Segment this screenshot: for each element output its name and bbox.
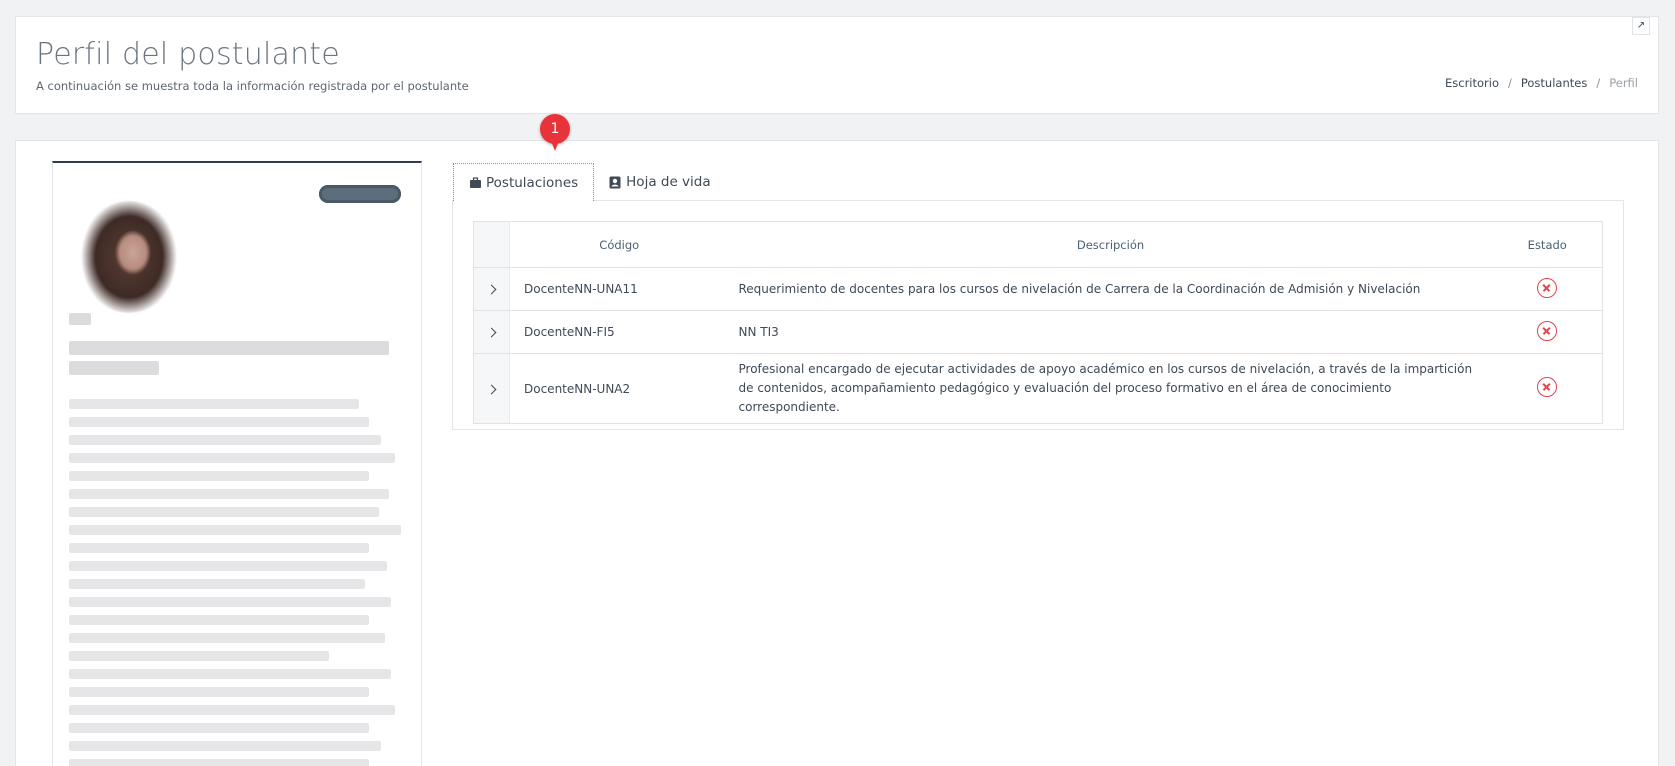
row-status (1492, 353, 1603, 424)
column-header-descripcion[interactable]: Descripción (728, 221, 1493, 268)
breadcrumb-separator: / (1508, 76, 1512, 90)
chevron-right-icon (486, 384, 497, 394)
row-description: NN TI3 (728, 310, 1493, 354)
expander-header (473, 221, 510, 268)
table-row: DocenteNN-FI5 NN TI3 (473, 310, 1603, 354)
row-status (1492, 267, 1603, 311)
breadcrumb-item-postulantes[interactable]: Postulantes (1521, 76, 1587, 90)
breadcrumb-item-escritorio[interactable]: Escritorio (1445, 76, 1499, 90)
tab-hoja-de-vida[interactable]: Hoja de vida (594, 163, 725, 201)
tab-postulaciones[interactable]: Postulaciones (453, 163, 595, 201)
avatar (79, 201, 179, 313)
breadcrumb: Escritorio / Postulantes / Perfil (1445, 76, 1638, 90)
main-card: 1 Postulaciones Hoja de vida Código Desc… (15, 114, 1659, 766)
breadcrumb-item-perfil: Perfil (1609, 76, 1638, 90)
x-circle-icon (1537, 277, 1558, 298)
x-circle-icon (1537, 320, 1558, 341)
table-header-row: Código Descripción Estado (473, 221, 1603, 268)
page-header: Perfil del postulante A continuación se … (15, 16, 1659, 114)
page-title: Perfil del postulante (36, 37, 340, 72)
applications-table: Código Descripción Estado DocenteNN-UNA1… (473, 221, 1603, 424)
tab-panel-postulaciones: Código Descripción Estado DocenteNN-UNA1… (452, 200, 1624, 430)
row-code: DocenteNN-UNA11 (509, 267, 729, 311)
breadcrumb-separator: / (1596, 76, 1601, 90)
tab-label: Hoja de vida (626, 174, 711, 190)
tab-label: Postulaciones (486, 174, 579, 191)
table-row: DocenteNN-UNA2 Profesional encargado de … (473, 353, 1603, 424)
profile-card (52, 161, 422, 766)
row-description: Requerimiento de docentes para los curso… (728, 267, 1493, 311)
briefcase-icon (469, 176, 482, 189)
row-expand-toggle[interactable] (473, 353, 510, 424)
x-circle-icon (1537, 377, 1558, 397)
id-card-icon (609, 176, 622, 189)
column-header-codigo[interactable]: Código (509, 221, 729, 268)
chevron-right-icon (486, 284, 497, 295)
expand-icon[interactable]: ↗ (1632, 17, 1650, 35)
row-code: DocenteNN-FI5 (509, 310, 729, 354)
step-marker: 1 (540, 114, 570, 144)
row-status (1492, 310, 1603, 354)
row-expand-toggle[interactable] (473, 267, 510, 311)
status-badge (319, 185, 401, 203)
table-row: DocenteNN-UNA11 Requerimiento de docente… (473, 267, 1603, 311)
row-description: Profesional encargado de ejecutar activi… (728, 353, 1493, 424)
tab-bar: Postulaciones Hoja de vida (453, 163, 726, 201)
step-marker-pointer (551, 141, 559, 151)
row-expand-toggle[interactable] (473, 310, 510, 354)
chevron-right-icon (486, 327, 497, 338)
row-code: DocenteNN-UNA2 (509, 353, 729, 424)
page-subtitle: A continuación se muestra toda la inform… (36, 79, 469, 93)
column-header-estado[interactable]: Estado (1492, 221, 1603, 268)
